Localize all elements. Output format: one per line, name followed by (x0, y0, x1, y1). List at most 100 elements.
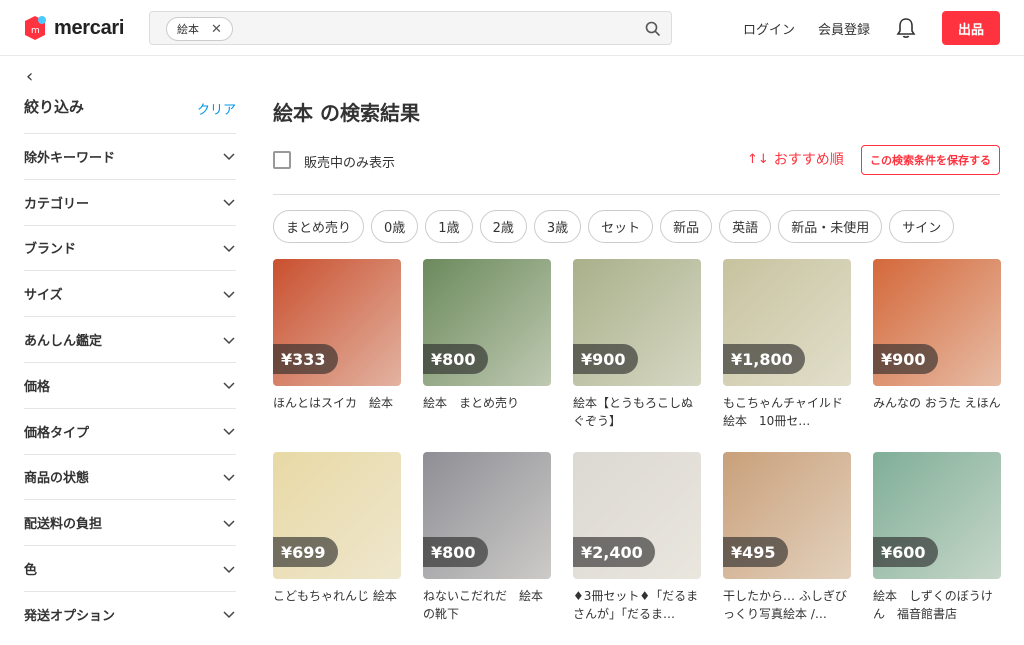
item-thumbnail[interactable]: ¥900 (873, 259, 1001, 386)
chevron-down-icon (223, 199, 235, 207)
filter-row[interactable]: 価格タイプ (24, 407, 236, 454)
sort-dropdown[interactable]: ↑↓ おすすめ順 (747, 149, 844, 169)
suggestion-tag[interactable]: 2歳 (479, 210, 527, 243)
item-card[interactable]: ¥699 こどもちゃれんじ 絵本 (273, 452, 401, 645)
chevron-down-icon (223, 566, 235, 573)
filter-row[interactable]: 色 (24, 545, 236, 591)
item-thumbnail[interactable]: ¥800 (423, 452, 551, 579)
item-name[interactable]: みんなの おうた えほん (873, 394, 1001, 430)
item-price: ¥333 (273, 344, 338, 374)
item-price: ¥800 (423, 537, 488, 567)
filter-row[interactable]: カテゴリー (24, 178, 236, 225)
item-card[interactable]: ¥900 みんなの おうた えほん (873, 259, 1001, 452)
item-card[interactable]: ¥495 干したから… ふしぎびっくり写真絵本 /… (723, 452, 851, 645)
item-thumbnail[interactable]: ¥600 (873, 452, 1001, 579)
item-thumbnail[interactable]: ¥699 (273, 452, 401, 579)
mercari-logo[interactable]: m mercari (22, 13, 124, 43)
item-price: ¥900 (873, 344, 938, 374)
sort-label: おすすめ順 (773, 152, 844, 168)
item-card[interactable]: ¥800 ねないこだれだ 絵本の靴下 (423, 452, 551, 645)
item-name[interactable]: 干したから… ふしぎびっくり写真絵本 /… (723, 587, 851, 623)
item-card[interactable]: ¥2,400 ♦3冊セット♦「だるまさんが」「だるま… (573, 452, 701, 645)
item-thumbnail[interactable]: ¥495 (723, 452, 851, 579)
login-link[interactable]: ログイン (743, 19, 795, 38)
search-icon[interactable] (645, 21, 661, 37)
item-card[interactable]: ¥333 ほんとはスイカ 絵本 (273, 259, 401, 452)
filter-row[interactable]: 発送オプション (24, 590, 236, 637)
item-name[interactable]: 絵本 しずくのぼうけん 福音館書店 (873, 587, 1001, 623)
filter-label: 発送オプション (24, 608, 116, 624)
suggestion-tag[interactable]: まとめ売り (273, 210, 365, 243)
mercari-logo-icon: m (25, 16, 46, 40)
on-sale-only-label[interactable]: 販売中のみ表示 (304, 152, 395, 171)
filter-label: 配送料の負担 (24, 517, 103, 533)
register-link[interactable]: 会員登録 (818, 19, 870, 38)
divider (273, 194, 1000, 195)
chevron-down-icon (223, 611, 235, 619)
item-name[interactable]: ほんとはスイカ 絵本 (273, 394, 401, 430)
suggestion-tag[interactable]: サイン (889, 210, 955, 243)
filter-row[interactable]: サイズ (24, 270, 236, 316)
chevron-down-icon (223, 520, 235, 527)
search-chip-label: 絵本 (177, 23, 199, 36)
bell-icon[interactable] (896, 17, 916, 39)
item-name[interactable]: 絵本【とうもろこしぬぐぞう】 (573, 394, 701, 430)
top-header: m mercari 絵本 ✕ ログイン 会員登録 出品 (0, 0, 1024, 56)
item-card[interactable]: ¥600 絵本 しずくのぼうけん 福音館書店 (873, 452, 1001, 645)
item-price: ¥900 (573, 344, 638, 374)
item-thumbnail[interactable]: ¥900 (573, 259, 701, 386)
item-thumbnail[interactable]: ¥2,400 (573, 452, 701, 579)
filter-row[interactable]: 配送料の負担 (24, 499, 236, 545)
item-name[interactable]: もこちゃんチャイルド 絵本 10冊セ… (723, 394, 851, 430)
item-name[interactable]: 絵本 まとめ売り (423, 394, 551, 430)
filter-label: 除外キーワード (24, 150, 116, 166)
suggestion-tag[interactable]: セット (588, 210, 654, 243)
chevron-down-icon (223, 428, 235, 436)
on-sale-only-checkbox[interactable] (273, 151, 291, 169)
search-keyword-chip[interactable]: 絵本 ✕ (166, 17, 233, 41)
item-price: ¥600 (873, 537, 938, 567)
suggestion-tag[interactable]: 新品 (660, 210, 713, 243)
chevron-down-icon (223, 474, 235, 482)
filter-row[interactable]: あんしん鑑定 (24, 316, 236, 362)
suggestion-tag[interactable]: 1歳 (425, 210, 473, 243)
item-name[interactable]: こどもちゃれんじ 絵本 (273, 587, 401, 623)
filter-label: 価格 (24, 379, 51, 395)
clear-filters-link[interactable]: クリア (197, 99, 236, 118)
filter-row[interactable]: 商品の状態 (24, 453, 236, 500)
logo-text: mercari (54, 16, 125, 39)
item-thumbnail[interactable]: ¥333 (273, 259, 401, 386)
filter-row[interactable]: 除外キーワード (24, 133, 236, 179)
close-icon[interactable]: ✕ (211, 22, 222, 37)
item-thumbnail[interactable]: ¥1,800 (723, 259, 851, 386)
page-title: 絵本 の検索結果 (273, 101, 420, 125)
filter-label: 価格タイプ (24, 425, 90, 441)
suggestion-tag[interactable]: 3歳 (533, 210, 582, 243)
sort-arrows-icon: ↑↓ (747, 151, 769, 167)
back-chevron-icon[interactable]: ‹ (26, 66, 33, 87)
chevron-down-icon (223, 153, 235, 161)
filter-row[interactable]: 価格 (24, 361, 236, 408)
filter-row[interactable]: ブランド (24, 224, 236, 271)
filter-label: 商品の状態 (24, 471, 90, 487)
item-card[interactable]: ¥900 絵本【とうもろこしぬぐぞう】 (573, 259, 701, 452)
filter-label: 色 (24, 563, 38, 579)
item-price: ¥699 (273, 537, 338, 567)
suggested-tags: まとめ売り 0歳 1歳 2歳 3歳 セット 新品 英語 新品・未使用 サイン (273, 210, 955, 244)
search-bar[interactable]: 絵本 ✕ (149, 11, 672, 45)
svg-text:m: m (31, 26, 40, 36)
item-name[interactable]: ♦3冊セット♦「だるまさんが」「だるま… (573, 587, 701, 623)
item-name[interactable]: ねないこだれだ 絵本の靴下 (423, 587, 551, 623)
suggestion-tag[interactable]: 新品・未使用 (778, 210, 883, 243)
filter-label: カテゴリー (24, 196, 90, 212)
item-price: ¥1,800 (723, 344, 805, 374)
sell-button[interactable]: 出品 (942, 11, 1000, 45)
save-search-button[interactable]: この検索条件を保存する (861, 145, 1000, 175)
item-thumbnail[interactable]: ¥800 (423, 259, 551, 386)
item-price: ¥2,400 (573, 537, 655, 567)
item-card[interactable]: ¥1,800 もこちゃんチャイルド 絵本 10冊セ… (723, 259, 851, 452)
item-card[interactable]: ¥800 絵本 まとめ売り (423, 259, 551, 452)
filter-label: ブランド (24, 242, 77, 258)
suggestion-tag[interactable]: 英語 (719, 210, 772, 243)
suggestion-tag[interactable]: 0歳 (371, 210, 419, 243)
